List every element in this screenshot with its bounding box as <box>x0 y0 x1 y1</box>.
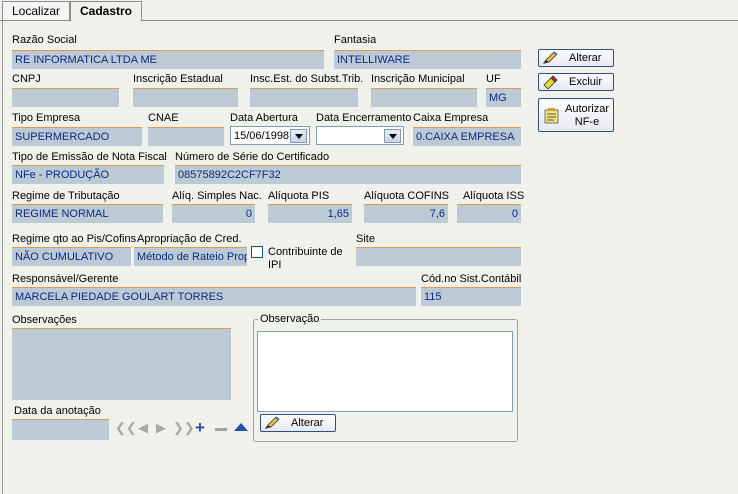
excluir-button[interactable]: Excluir <box>538 73 614 91</box>
aliq-iss-label: Alíquota ISS <box>463 190 525 202</box>
data-abertura-value: 15/06/1998 <box>234 130 290 142</box>
last-record-icon[interactable]: ❯❯ <box>173 420 195 436</box>
aliq-pis-label: Alíquota PIS <box>268 190 330 202</box>
aliq-cofins-field[interactable]: 7,6 <box>364 204 448 223</box>
regime-pis-field[interactable]: NÃO CUMULATIVO <box>12 247 131 266</box>
data-abertura-label: Data Abertura <box>230 112 298 124</box>
numero-serie-label: Número de Série do Certificado <box>175 151 330 163</box>
observacoes-label: Observações <box>12 314 77 326</box>
cnpj-label: CNPJ <box>12 73 41 85</box>
cod-contabil-label: Cód.no Sist.Contábil <box>421 273 522 285</box>
next-record-icon[interactable]: ▶ <box>156 420 166 436</box>
autorizar-label-line1: Autorizar <box>565 103 610 115</box>
minus-icon[interactable] <box>215 428 227 431</box>
regime-tributacao-field[interactable]: REGIME NORMAL <box>12 204 163 223</box>
apropriacao-field[interactable]: Método de Rateio Prop <box>134 247 247 266</box>
cnae-field[interactable] <box>148 127 224 146</box>
notes-icon <box>544 108 559 124</box>
alterar-label: Alterar <box>569 52 602 64</box>
eraser-icon <box>543 75 558 89</box>
numero-serie-field[interactable]: 08575892C2CF7F32 <box>175 165 521 184</box>
dropdown-arrow-icon[interactable] <box>290 129 307 143</box>
alterar-button[interactable]: Alterar <box>538 49 614 67</box>
tipo-empresa-field[interactable]: SUPERMERCADO <box>12 127 142 146</box>
regime-pis-label: Regime qto ao Pis/Cofins <box>12 233 137 245</box>
razao-social-field[interactable]: RE INFORMATICA LTDA ME <box>12 50 324 69</box>
plus-icon[interactable]: + <box>195 418 205 438</box>
uf-field[interactable]: MG <box>486 88 521 107</box>
data-anotacao-label: Data da anotação <box>14 405 101 417</box>
aliq-cofins-label: Alíquota COFINS <box>364 190 449 202</box>
autorizar-label-line2: NF-e <box>574 116 600 128</box>
site-field[interactable] <box>356 247 521 266</box>
data-abertura-field[interactable]: 15/06/1998 <box>230 126 310 145</box>
tab-bar: Localizar Cadastro <box>0 0 738 22</box>
data-anotacao-field[interactable] <box>12 419 109 440</box>
observacoes-field[interactable] <box>12 328 231 400</box>
caixa-empresa-field[interactable]: 0.CAIXA EMPRESA <box>413 127 521 146</box>
tab-localizar[interactable]: Localizar <box>2 1 71 20</box>
fantasia-field[interactable]: INTELLIWARE <box>334 50 521 69</box>
pencil-icon <box>265 416 280 429</box>
tipo-emissao-label: Tipo de Emissão de Nota Fiscal <box>12 151 167 163</box>
contribuinte-ipi-checkbox[interactable] <box>251 246 263 258</box>
tab-localizar-label: Localizar <box>12 4 61 18</box>
tipo-emissao-field[interactable]: NFe - PRODUÇÃO <box>12 165 164 184</box>
uf-label: UF <box>486 73 501 85</box>
ie-label: Inscrição Estadual <box>133 73 223 85</box>
im-label: Inscrição Municipal <box>371 73 465 85</box>
ie-st-field[interactable] <box>250 88 358 107</box>
cnae-label: CNAE <box>148 112 179 124</box>
observacao-group-label: Observação <box>258 313 322 325</box>
im-field[interactable] <box>371 88 477 107</box>
aliq-pis-field[interactable]: 1,65 <box>268 204 352 223</box>
contribuinte-ipi-label: Contribuinte de IPI <box>268 246 343 271</box>
tab-cadastro[interactable]: Cadastro <box>70 1 143 22</box>
ie-st-label: Insc.Est. do Subst.Trib. <box>250 73 364 85</box>
observacao-textarea[interactable] <box>257 331 513 412</box>
apropriacao-label: Apropriação de Cred. <box>137 233 242 245</box>
razao-social-label: Razão Social <box>12 34 77 46</box>
first-record-icon[interactable]: ❮❮ <box>115 420 137 436</box>
aliq-simples-label: Alíq. Simples Nac. <box>172 190 262 202</box>
ie-field[interactable] <box>133 88 238 107</box>
cod-contabil-field[interactable]: 115 <box>421 287 521 306</box>
alterar-observacao-label: Alterar <box>291 417 324 429</box>
responsavel-label: Responsável/Gerente <box>12 273 119 285</box>
cnpj-field[interactable] <box>12 88 119 107</box>
pencil-icon <box>543 51 558 64</box>
up-arrow-icon[interactable] <box>234 423 248 431</box>
fantasia-label: Fantasia <box>334 34 377 46</box>
regime-tributacao-label: Regime de Tributação <box>12 190 120 202</box>
aliq-iss-field[interactable]: 0 <box>457 204 521 223</box>
site-label: Site <box>356 233 375 245</box>
prior-record-icon[interactable]: ◀ <box>138 420 148 436</box>
dropdown-arrow-icon[interactable] <box>384 129 401 143</box>
aliq-simples-field[interactable]: 0 <box>172 204 255 223</box>
excluir-label: Excluir <box>569 76 603 88</box>
tab-cadastro-label: Cadastro <box>80 4 133 18</box>
data-encerramento-field[interactable] <box>316 126 404 145</box>
tipo-empresa-label: Tipo Empresa <box>12 112 81 124</box>
autorizar-nfe-button[interactable]: Autorizar NF-e <box>538 98 614 132</box>
responsavel-field[interactable]: MARCELA PIEDADE GOULART TORRES <box>12 287 416 306</box>
data-encerramento-label: Data Encerramento <box>316 112 412 124</box>
alterar-observacao-button[interactable]: Alterar <box>260 414 336 432</box>
caixa-empresa-label: Caixa Empresa <box>413 112 489 124</box>
